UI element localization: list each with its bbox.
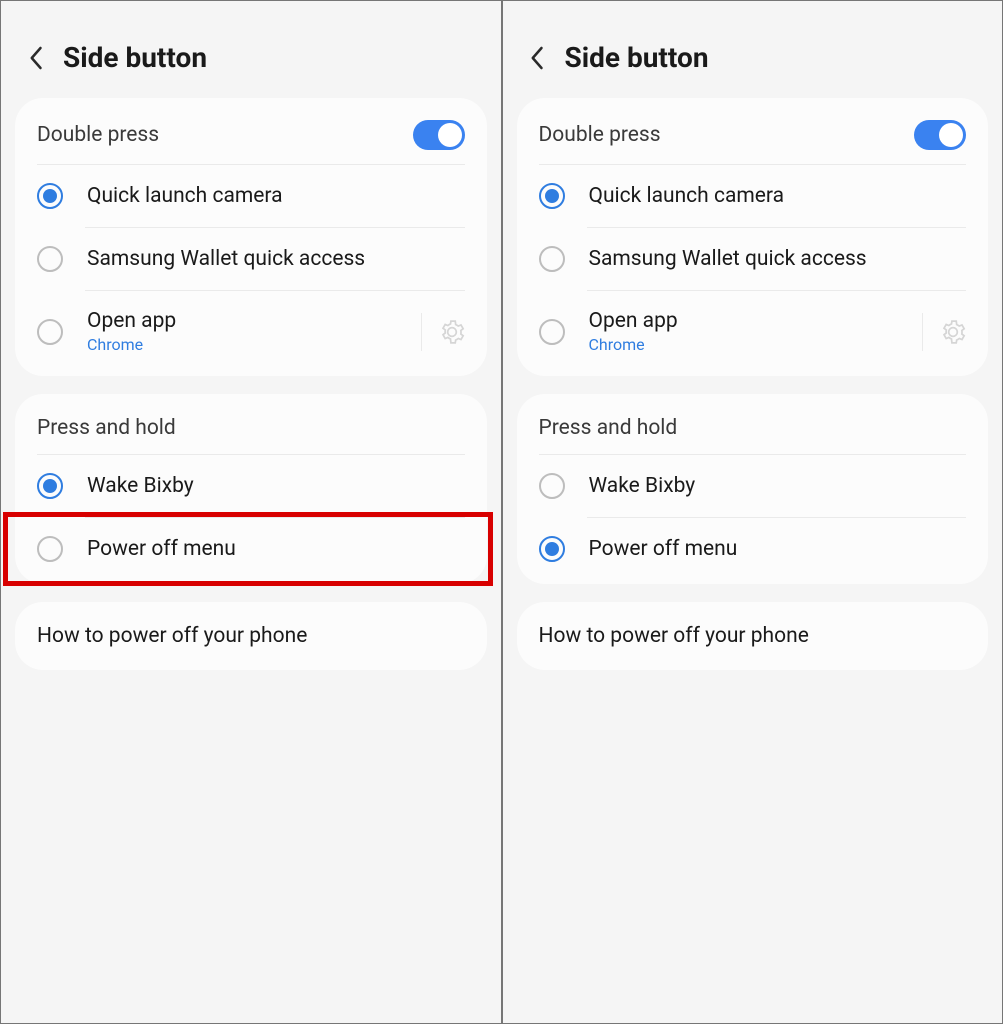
radio-label: Samsung Wallet quick access xyxy=(589,247,967,271)
press-hold-label: Press and hold xyxy=(539,416,678,440)
press-hold-section: Press and hold Wake Bixby Power off menu xyxy=(15,394,487,584)
radio-label: Wake Bixby xyxy=(589,474,967,498)
press-hold-label: Press and hold xyxy=(37,416,176,440)
radio-content: Power off menu xyxy=(87,537,465,561)
radio-icon[interactable] xyxy=(539,536,565,562)
back-icon[interactable] xyxy=(25,48,45,68)
header: Side button xyxy=(503,31,1003,98)
radio-samsung-wallet[interactable]: Samsung Wallet quick access xyxy=(517,228,989,290)
settings-panel-left: Side button Double press Quick launch ca… xyxy=(0,0,502,1024)
help-link[interactable]: How to power off your phone xyxy=(15,602,487,670)
radio-content: Quick launch camera xyxy=(87,184,465,208)
radio-open-app[interactable]: Open app Chrome xyxy=(517,291,989,372)
double-press-toggle[interactable] xyxy=(914,120,966,150)
help-text: How to power off your phone xyxy=(37,624,307,648)
page-title: Side button xyxy=(565,41,709,74)
help-text: How to power off your phone xyxy=(539,624,809,648)
radio-content: Samsung Wallet quick access xyxy=(87,247,465,271)
press-hold-section: Press and hold Wake Bixby Power off menu xyxy=(517,394,989,584)
radio-power-off-menu[interactable]: Power off menu xyxy=(517,518,989,580)
radio-quick-launch-camera[interactable]: Quick launch camera xyxy=(15,165,487,227)
double-press-header[interactable]: Double press xyxy=(15,102,487,164)
gear-icon[interactable] xyxy=(940,319,966,345)
radio-label: Power off menu xyxy=(589,537,967,561)
double-press-header[interactable]: Double press xyxy=(517,102,989,164)
radio-content: Power off menu xyxy=(589,537,967,561)
double-press-section: Double press Quick launch camera Samsung… xyxy=(517,98,989,376)
back-icon[interactable] xyxy=(527,48,547,68)
radio-icon[interactable] xyxy=(37,473,63,499)
radio-icon[interactable] xyxy=(37,536,63,562)
radio-quick-launch-camera[interactable]: Quick launch camera xyxy=(517,165,989,227)
double-press-label: Double press xyxy=(37,123,159,147)
radio-icon[interactable] xyxy=(539,319,565,345)
radio-icon[interactable] xyxy=(37,183,63,209)
radio-label: Samsung Wallet quick access xyxy=(87,247,465,271)
double-press-label: Double press xyxy=(539,123,661,147)
radio-content: Open app Chrome xyxy=(87,309,439,354)
gear-icon[interactable] xyxy=(439,319,465,345)
radio-label: Open app xyxy=(589,309,941,333)
settings-panel-right: Side button Double press Quick launch ca… xyxy=(502,0,1003,1024)
press-hold-header: Press and hold xyxy=(15,398,487,454)
radio-label: Wake Bixby xyxy=(87,474,465,498)
page-title: Side button xyxy=(63,41,207,74)
radio-label: Open app xyxy=(87,309,439,333)
double-press-toggle[interactable] xyxy=(413,120,465,150)
radio-icon[interactable] xyxy=(37,246,63,272)
radio-label: Quick launch camera xyxy=(589,184,967,208)
radio-content: Quick launch camera xyxy=(589,184,967,208)
press-hold-header: Press and hold xyxy=(517,398,989,454)
radio-label: Quick launch camera xyxy=(87,184,465,208)
radio-wake-bixby[interactable]: Wake Bixby xyxy=(15,455,487,517)
radio-samsung-wallet[interactable]: Samsung Wallet quick access xyxy=(15,228,487,290)
radio-icon[interactable] xyxy=(37,319,63,345)
divider xyxy=(922,313,923,351)
radio-sublabel: Chrome xyxy=(87,335,439,354)
radio-content: Wake Bixby xyxy=(589,474,967,498)
radio-icon[interactable] xyxy=(539,183,565,209)
radio-content: Wake Bixby xyxy=(87,474,465,498)
radio-icon[interactable] xyxy=(539,246,565,272)
help-link[interactable]: How to power off your phone xyxy=(517,602,989,670)
radio-icon[interactable] xyxy=(539,473,565,499)
radio-label: Power off menu xyxy=(87,537,465,561)
radio-content: Open app Chrome xyxy=(589,309,941,354)
divider xyxy=(421,313,422,351)
radio-wake-bixby[interactable]: Wake Bixby xyxy=(517,455,989,517)
radio-open-app[interactable]: Open app Chrome xyxy=(15,291,487,372)
header: Side button xyxy=(1,31,501,98)
radio-sublabel: Chrome xyxy=(589,335,941,354)
radio-content: Samsung Wallet quick access xyxy=(589,247,967,271)
double-press-section: Double press Quick launch camera Samsung… xyxy=(15,98,487,376)
radio-power-off-menu[interactable]: Power off menu xyxy=(15,518,487,580)
